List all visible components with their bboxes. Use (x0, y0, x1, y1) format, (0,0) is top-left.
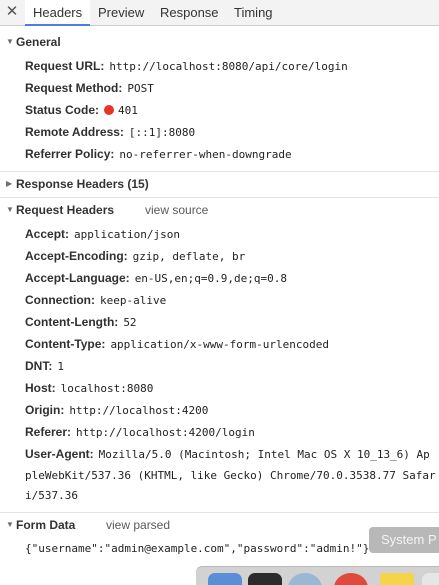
request-header-row: Origin: http://localhost:4200 (25, 399, 439, 421)
app-icon[interactable] (422, 573, 439, 585)
tab-response[interactable]: Response (152, 0, 227, 25)
header-key: DNT: (25, 359, 53, 373)
section-title: General (16, 35, 61, 49)
header-value: Mozilla/5.0 (Macintosh; Intel Mac OS X 1… (98, 448, 430, 461)
header-key: Connection: (25, 293, 95, 307)
request-header-row: DNT: 1 (25, 355, 439, 377)
safari-icon[interactable] (288, 573, 322, 585)
header-key: Referrer Policy: (25, 147, 115, 161)
user-agent-continuation: i/537.36 (25, 489, 78, 502)
request-header-row: Referer: http://localhost:4200/login (25, 421, 439, 443)
remote-address-row: Remote Address: [::1]:8080 (25, 121, 439, 143)
header-value: 52 (123, 316, 137, 329)
headers-content: ▼ General Request URL: http://localhost:8… (0, 26, 439, 585)
header-key: Content-Length: (25, 315, 119, 329)
header-value: POST (127, 82, 154, 95)
header-value: http://localhost:8080/api/core/login (109, 60, 348, 73)
header-value: en-US,en;q=0.9,de;q=0.8 (134, 272, 288, 285)
referrer-policy-row: Referrer Policy: no-referrer-when-downgra… (25, 143, 439, 165)
header-key: Request URL: (25, 59, 105, 73)
user-agent-row: User-Agent: Mozilla/5.0 (Macintosh; Intel… (25, 443, 439, 465)
tab-preview[interactable]: Preview (90, 0, 152, 25)
header-key: Accept: (25, 227, 70, 241)
header-value: http://localhost:4200 (69, 404, 209, 417)
close-icon[interactable]: ✕ (4, 4, 20, 20)
header-key: Request Method: (25, 81, 123, 95)
request-header-row: Host: localhost:8080 (25, 377, 439, 399)
section-title: Request Headers (16, 203, 115, 217)
header-key: Content-Type: (25, 337, 106, 351)
status-error-icon (104, 105, 115, 115)
chrome-icon[interactable] (334, 573, 368, 585)
header-key: Host: (25, 381, 56, 395)
header-key: User-Agent: (25, 447, 94, 461)
general-section-header[interactable]: ▼ General (0, 31, 439, 53)
header-value: 1 (57, 360, 64, 373)
header-key: Accept-Language: (25, 271, 130, 285)
notes-icon[interactable] (380, 573, 414, 585)
header-value: gzip, deflate, br (132, 250, 246, 263)
header-value: application/x-www-form-urlencoded (110, 338, 329, 351)
response-headers-section-header[interactable]: ▶ Response Headers (15) (0, 173, 439, 195)
request-header-row: Accept-Language: en-US,en;q=0.9,de;q=0.8 (25, 267, 439, 289)
triangle-down-icon: ▼ (6, 37, 14, 46)
header-key: Referer: (25, 425, 72, 439)
devtools-panel: ✕ Headers Preview Response Timing ▼ Gene… (0, 0, 439, 585)
terminal-icon[interactable] (248, 573, 282, 585)
triangle-down-icon: ▼ (6, 205, 14, 214)
tab-timing[interactable]: Timing (226, 0, 281, 25)
divider (0, 197, 439, 198)
request-url-row: Request URL: http://localhost:8080/api/co… (25, 55, 439, 77)
request-header-row: Accept: application/json (25, 223, 439, 245)
request-header-row: Connection: keep-alive (25, 289, 439, 311)
dock (196, 566, 439, 585)
section-title: Form Data (16, 518, 76, 532)
request-header-row: Content-Type: application/x-www-form-urle… (25, 333, 439, 355)
request-header-row: Content-Length: 52 (25, 311, 439, 333)
header-value: 401 (118, 104, 138, 117)
user-agent-continuation: pleWebKit/537.36 (KHTML, like Gecko) Chr… (25, 469, 436, 482)
header-value: [::1]:8080 (128, 126, 196, 139)
header-key: Accept-Encoding: (25, 249, 128, 263)
view-parsed-link[interactable]: view parsed (106, 514, 170, 536)
finder-icon[interactable] (208, 573, 242, 585)
header-key: Status Code: (25, 103, 100, 117)
header-key: Origin: (25, 403, 65, 417)
header-value: application/json (74, 228, 180, 241)
header-key: Remote Address: (25, 125, 124, 139)
header-value: no-referrer-when-downgrade (119, 148, 292, 161)
status-code-row: Status Code: 401 (25, 99, 439, 121)
triangle-down-icon: ▼ (6, 520, 14, 529)
header-value: keep-alive (100, 294, 167, 307)
tab-bar: ✕ Headers Preview Response Timing (0, 0, 439, 26)
tab-headers[interactable]: Headers (25, 0, 91, 26)
header-value: localhost:8080 (60, 382, 154, 395)
request-method-row: Request Method: POST (25, 77, 439, 99)
triangle-right-icon: ▶ (6, 179, 13, 188)
header-value: http://localhost:4200/login (76, 426, 255, 439)
request-header-row: Accept-Encoding: gzip, deflate, br (25, 245, 439, 267)
system-preferences-button[interactable]: System P (369, 527, 439, 553)
divider (0, 171, 439, 172)
request-headers-section-header[interactable]: ▼ Request Headers view source (0, 199, 439, 221)
divider (0, 512, 439, 513)
view-source-link[interactable]: view source (145, 199, 208, 221)
section-title: Response Headers (15) (16, 177, 149, 191)
